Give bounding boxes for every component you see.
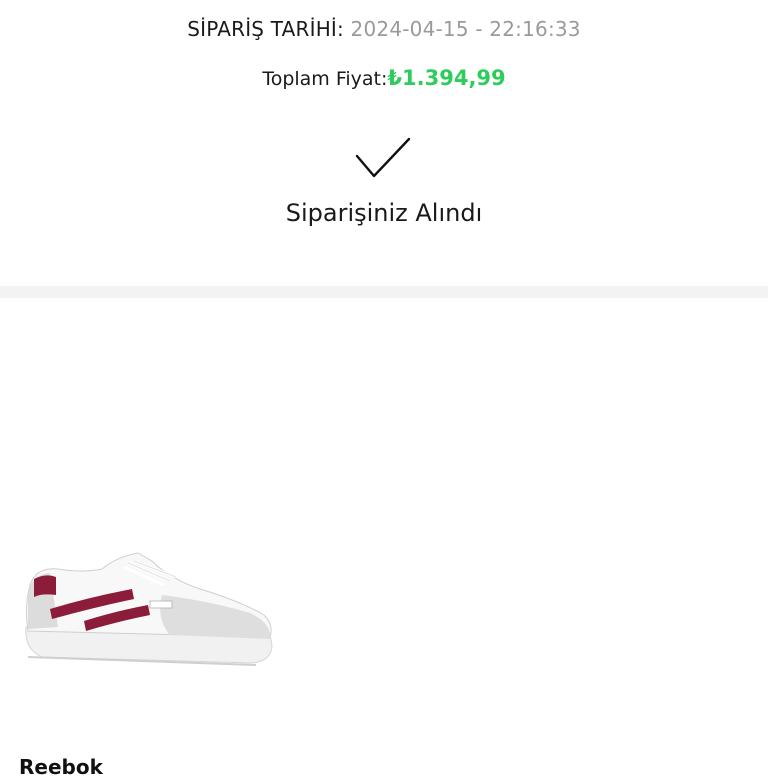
- order-date: SİPARİŞ TARİHİ: 2024-04-15 - 22:16:33: [0, 14, 768, 44]
- total-label: Toplam Fiyat:: [262, 68, 388, 90]
- checkmark-icon: [355, 137, 411, 178]
- order-date-label: SİPARİŞ TARİHİ:: [187, 17, 344, 41]
- section-divider: [0, 286, 768, 298]
- order-date-value: 2024-04-15 - 22:16:33: [350, 17, 581, 41]
- order-total: Toplam Fiyat:₺1.394,99: [0, 63, 768, 94]
- product-brand: Reebok: [19, 755, 103, 779]
- product-image[interactable]: [20, 545, 276, 671]
- order-status-message: Siparişiniz Alındı: [285, 199, 483, 227]
- total-price: ₺1.394,99: [387, 66, 506, 90]
